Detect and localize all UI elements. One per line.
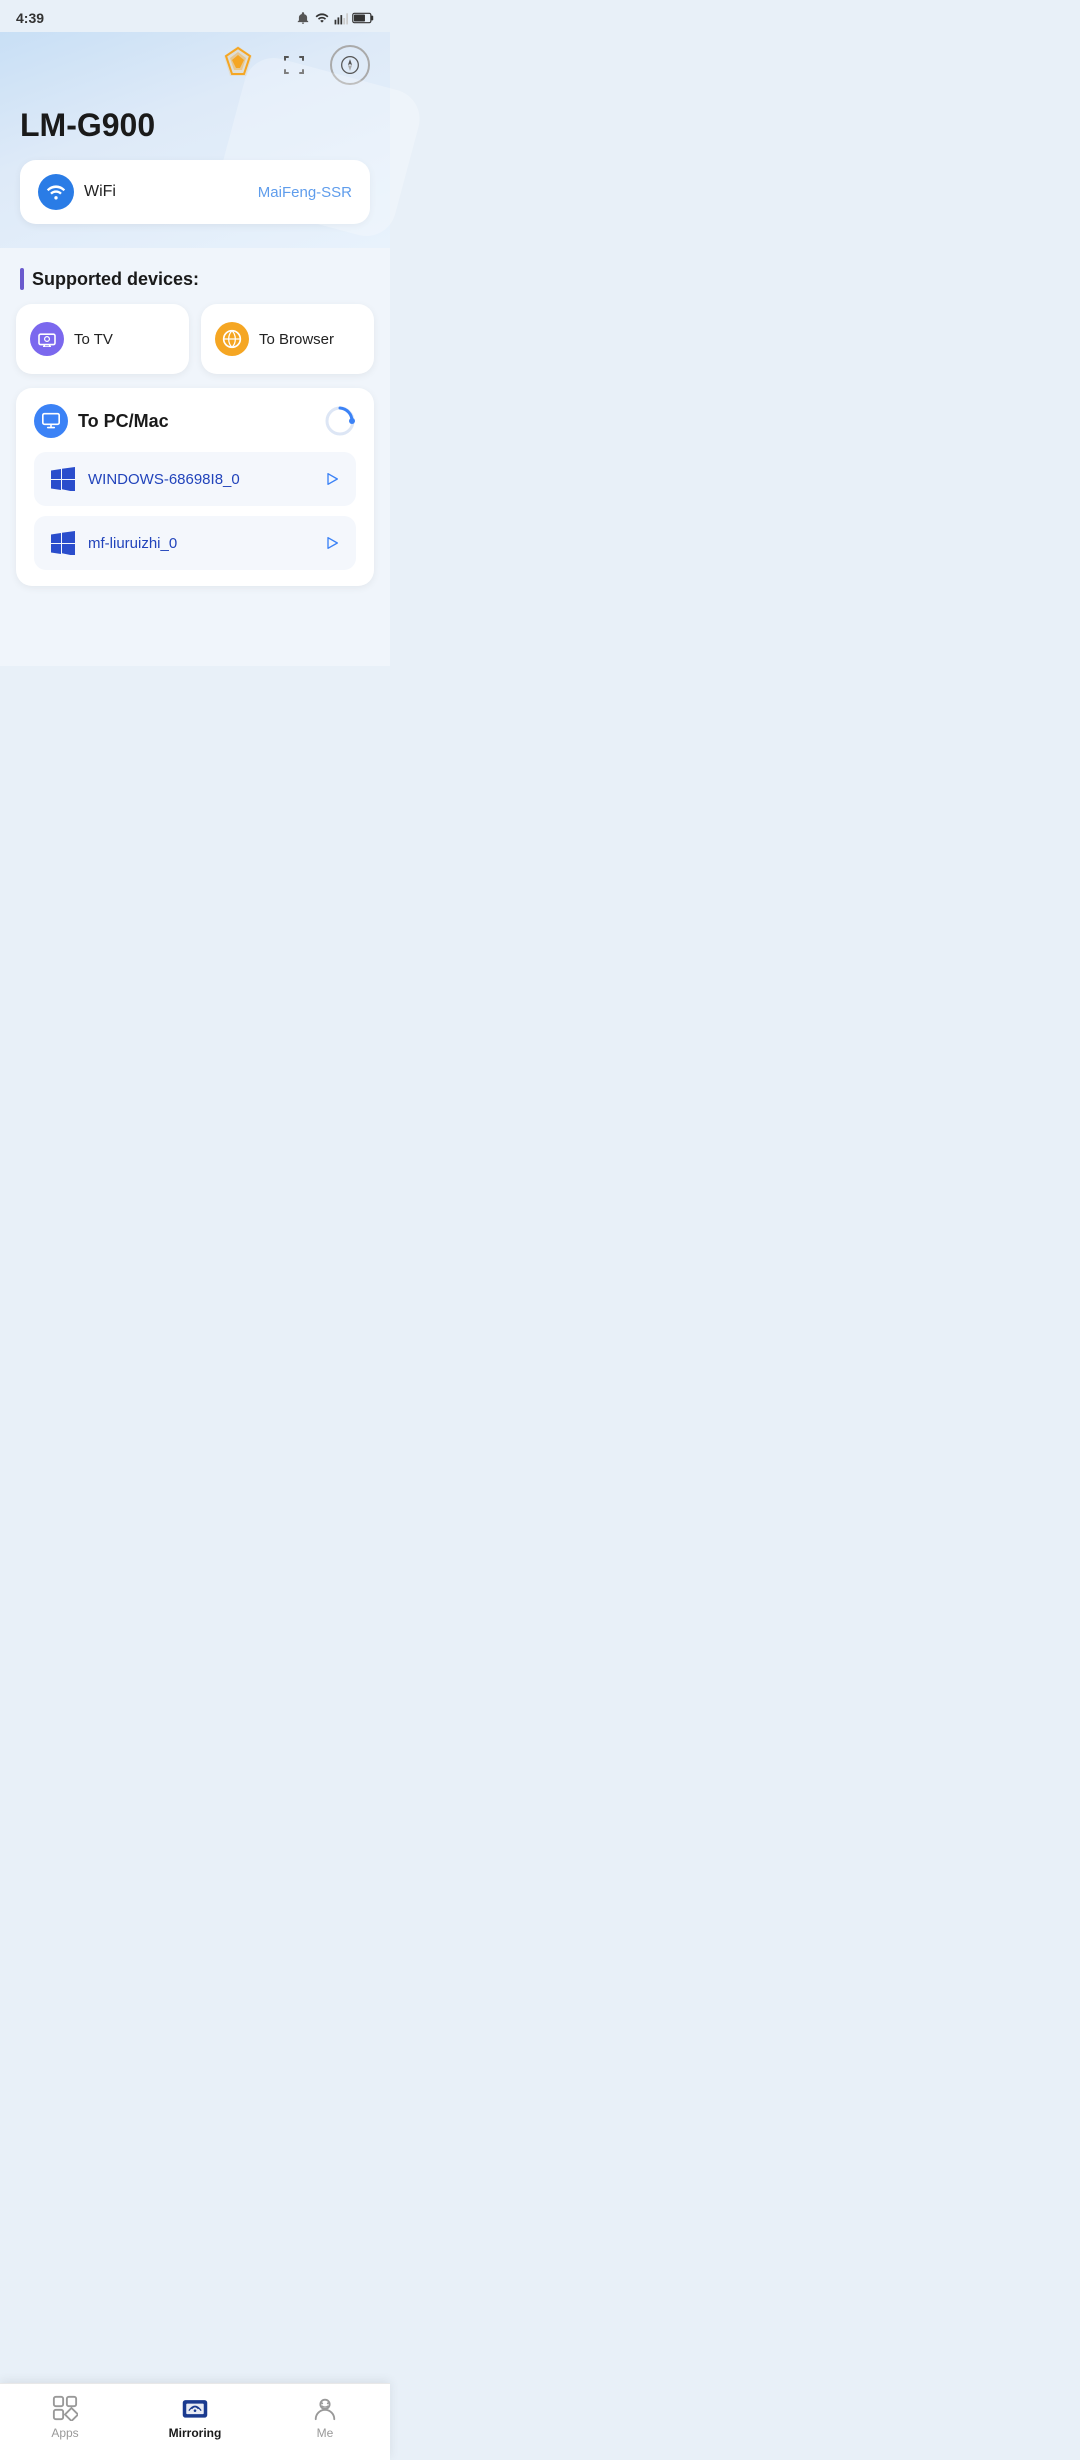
to-tv-label: To TV	[74, 331, 113, 348]
apps-nav-icon	[51, 2394, 79, 2422]
notification-icon	[296, 11, 310, 25]
profile-icon	[312, 2395, 338, 2421]
wifi-label: WiFi	[84, 183, 116, 201]
bottom-nav: Apps Mirroring	[0, 2383, 390, 2460]
pc-mac-label: To PC/Mac	[78, 411, 169, 432]
wifi-icon-wrap	[38, 174, 74, 210]
header-area: LM-G900 WiFi MaiFeng-SSR	[0, 32, 390, 248]
windows-icon-1	[50, 466, 76, 492]
battery-icon	[352, 12, 374, 24]
to-tv-card[interactable]: To TV	[16, 304, 189, 374]
pc-device-left-2: mf-liuruizhi_0	[50, 530, 177, 556]
tv-icon	[37, 331, 57, 347]
device-cards-row: To TV To Browser	[16, 304, 374, 374]
status-icons	[296, 11, 374, 25]
me-nav-label: Me	[317, 2426, 334, 2440]
mirroring-nav-label: Mirroring	[169, 2426, 222, 2440]
browser-icon-wrap	[215, 322, 249, 356]
signal-icon	[334, 11, 348, 25]
mirroring-nav-icon	[181, 2394, 209, 2422]
apps-nav-label: Apps	[51, 2426, 78, 2440]
me-nav-icon	[311, 2394, 339, 2422]
pc-mac-header: To PC/Mac	[34, 404, 356, 438]
apps-icon	[52, 2395, 78, 2421]
loading-spinner-icon	[324, 405, 356, 437]
status-time: 4:39	[16, 10, 44, 26]
windows-logo-icon-2	[51, 531, 75, 555]
play-icon-2	[324, 535, 340, 551]
wifi-info-left: WiFi	[38, 174, 116, 210]
pc-icon-wrap	[34, 404, 68, 438]
status-bar: 4:39	[0, 0, 390, 32]
compass-icon	[340, 55, 360, 75]
windows-logo-icon-1	[51, 467, 75, 491]
mirroring-icon	[181, 2394, 209, 2422]
play-icon-1	[324, 471, 340, 487]
pc-mac-left: To PC/Mac	[34, 404, 169, 438]
pc-device-item-1[interactable]: WINDOWS-68698I8_0	[34, 452, 356, 506]
pc-device-name-1: WINDOWS-68698I8_0	[88, 471, 240, 488]
nav-item-mirroring[interactable]: Mirroring	[130, 2394, 260, 2440]
to-browser-card[interactable]: To Browser	[201, 304, 374, 374]
supported-devices-title: Supported devices:	[16, 248, 374, 304]
main-content: Supported devices: To TV	[0, 248, 390, 666]
tv-icon-wrap	[30, 322, 64, 356]
wifi-status-icon	[314, 11, 330, 25]
nav-item-me[interactable]: Me	[260, 2394, 390, 2440]
pc-mac-card: To PC/Mac WINDOWS-6869	[16, 388, 374, 586]
pc-device-item-2[interactable]: mf-liuruizhi_0	[34, 516, 356, 570]
browser-icon	[222, 329, 242, 349]
windows-icon-2	[50, 530, 76, 556]
wifi-icon	[46, 184, 66, 200]
nav-item-apps[interactable]: Apps	[0, 2394, 130, 2440]
to-browser-label: To Browser	[259, 331, 334, 348]
pc-device-left-1: WINDOWS-68698I8_0	[50, 466, 240, 492]
pc-icon	[41, 412, 61, 430]
pc-device-name-2: mf-liuruizhi_0	[88, 535, 177, 552]
